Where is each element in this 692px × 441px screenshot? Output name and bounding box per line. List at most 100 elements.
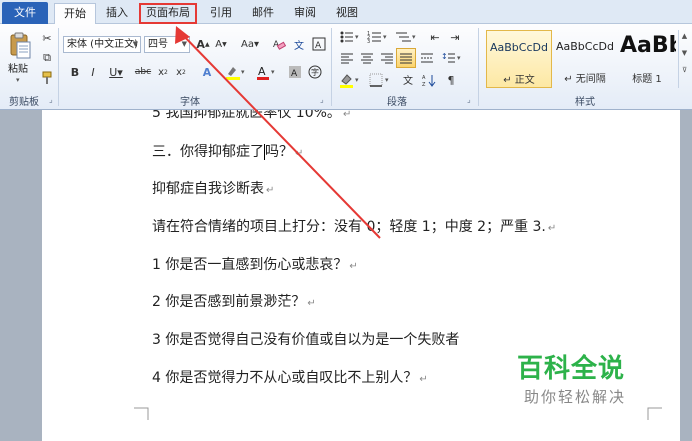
style-sample: AaBb [620, 33, 676, 58]
tab-mailings[interactable]: 邮件 [244, 3, 282, 24]
paragraph-mark: ↵ [307, 298, 316, 309]
enclose-characters-icon[interactable]: 字 [306, 63, 324, 81]
superscript-icon[interactable]: x2 [172, 63, 190, 81]
paste-dropdown-icon[interactable]: ▾ [16, 76, 20, 84]
svg-text:▾: ▾ [457, 54, 461, 62]
sort-icon[interactable]: AZ [420, 71, 438, 89]
align-left-icon[interactable] [338, 49, 356, 67]
font-color-icon[interactable]: A ▾ [256, 63, 278, 81]
multilevel-list-icon[interactable]: ▾ [394, 28, 420, 46]
strikethrough-icon[interactable]: abc [134, 63, 152, 81]
doc-line: 2 你是否感到前景渺茫？ ↵ [152, 294, 316, 310]
styles-scrollbar[interactable]: ▲ ▼ ⊽ [678, 30, 690, 88]
chevron-down-icon: ▼ [132, 40, 138, 48]
paste-button[interactable] [6, 28, 34, 64]
doc-line: 抑郁症自我诊断表 ↵ [152, 181, 275, 197]
numbering-icon[interactable]: 1 2 3 ▾ [366, 28, 392, 46]
chinese-layout-icon[interactable]: 文 [400, 71, 418, 89]
svg-text:文: 文 [294, 39, 304, 51]
cut-icon[interactable]: ✂ [38, 29, 56, 47]
scroll-down-icon[interactable]: ▼ [679, 49, 690, 57]
doc-line: 1 你是否一直感到伤心或悲哀？ ↵ [152, 257, 358, 273]
highlight-color-icon[interactable]: ▾ [224, 63, 248, 81]
tab-insert[interactable]: 插入 [100, 3, 134, 24]
phonetic-guide-icon[interactable]: 文 [290, 35, 308, 53]
font-size-value: 四号 [148, 39, 168, 50]
character-border-icon[interactable]: A [310, 35, 328, 53]
tab-home[interactable]: 开始 [54, 3, 96, 25]
font-size-combo[interactable]: 四号 ▼ [144, 36, 190, 53]
chevron-down-icon: ▼ [181, 40, 187, 48]
distributed-align-icon[interactable] [418, 49, 436, 67]
underline-icon[interactable]: U▾ [104, 63, 128, 81]
svg-text:▾: ▾ [271, 68, 275, 76]
tab-review[interactable]: 审阅 [286, 3, 324, 24]
subscript-icon[interactable]: x2 [154, 63, 172, 81]
group-separator [58, 28, 59, 106]
style-name: ↵ 无间隔 [564, 74, 606, 85]
justify-icon[interactable] [396, 48, 416, 68]
tab-page-layout[interactable]: 页面布局 [139, 3, 197, 24]
paragraph-mark: ↵ [295, 148, 304, 159]
svg-text:▾: ▾ [241, 68, 245, 76]
character-shading-icon[interactable]: A [286, 63, 304, 81]
align-center-icon[interactable] [358, 49, 376, 67]
svg-text:A: A [291, 69, 298, 79]
page-corner-mark [134, 407, 149, 420]
shading-icon[interactable]: ▾ [338, 71, 364, 89]
style-sample: AaBbCcDd [556, 40, 614, 53]
bullets-icon[interactable]: ▾ [338, 28, 364, 46]
watermark-subtitle: 助你轻松解决 [524, 388, 627, 406]
line-spacing-icon[interactable]: ↕ ▾ [440, 49, 464, 67]
show-marks-icon[interactable]: ¶ [442, 71, 460, 89]
change-case-icon[interactable]: Aa▾ [238, 35, 262, 53]
scroll-up-icon[interactable]: ▲ [679, 32, 690, 40]
svg-text:A: A [315, 41, 322, 51]
tab-file[interactable]: 文件 [2, 2, 48, 24]
group-separator [478, 28, 479, 106]
style-name: 标题 1 [632, 74, 662, 85]
paragraph-mark: ↵ [266, 185, 275, 196]
text-effects-icon[interactable]: A [198, 63, 216, 81]
ribbon-tab-bar: 文件 开始 插入 页面布局 引用 邮件 审阅 视图 [0, 0, 692, 25]
more-styles-icon[interactable]: ⊽ [679, 66, 690, 74]
clipboard-dialog-launcher-icon[interactable]: ⌟ [49, 95, 53, 104]
shrink-font-icon[interactable]: A ▼ [212, 35, 230, 53]
styles-group-label: 样式 [575, 97, 595, 108]
paragraph-mark: ↵ [419, 374, 428, 385]
svg-text:Z: Z [422, 82, 426, 87]
paragraph-group-label: 段落 [387, 97, 407, 108]
bold-icon[interactable]: B [66, 63, 84, 81]
watermark-title: 百科全说 [517, 354, 626, 384]
svg-text:▾: ▾ [355, 33, 359, 41]
paragraph-mark: ↵ [547, 223, 557, 234]
decrease-indent-icon[interactable]: ⇤ [426, 28, 444, 46]
svg-text:▾: ▾ [355, 76, 359, 84]
style-normal[interactable]: AaBbCcDd ↵ 正文 [486, 30, 552, 88]
font-name-combo[interactable]: 宋体 (中文正文) ▼ [63, 36, 141, 53]
doc-line: 3 你是否觉得自己没有价值或自以为是一个失败者 [152, 332, 460, 348]
font-dialog-launcher-icon[interactable]: ⌟ [320, 95, 324, 104]
increase-indent-icon[interactable]: ⇥ [446, 28, 464, 46]
paragraph-dialog-launcher-icon[interactable]: ⌟ [467, 95, 471, 104]
paste-label: 粘贴 [8, 64, 28, 75]
svg-text:字: 字 [311, 67, 319, 77]
tab-view[interactable]: 视图 [328, 3, 366, 24]
tab-references[interactable]: 引用 [203, 3, 239, 24]
style-no-spacing[interactable]: AaBbCcDd ↵ 无间隔 [552, 30, 618, 88]
format-painter-icon[interactable] [38, 69, 56, 87]
grow-font-icon[interactable]: A ▲ [194, 35, 212, 53]
clipboard-group-label: 剪贴板 [9, 97, 39, 108]
clear-formatting-icon[interactable]: A [270, 35, 288, 53]
svg-text:▾: ▾ [383, 33, 387, 41]
ribbon-home: 粘贴 ▾ ✂ ⧉ 剪贴板 ⌟ 宋体 (中文正文) ▼ 四号 ▼ A ▲ A ▼ Aa… [0, 24, 692, 110]
style-heading-1[interactable]: AaBb 标题 1 [618, 30, 676, 88]
doc-line: 4 你是否觉得力不从心或自叹比不上别人？ ↵ [152, 370, 428, 386]
style-name: ↵ 正文 [503, 75, 535, 86]
align-right-icon[interactable] [378, 49, 396, 67]
italic-icon[interactable]: I [84, 63, 102, 81]
page-corner-mark [647, 407, 662, 420]
copy-icon[interactable]: ⧉ [38, 49, 56, 67]
style-sample: AaBbCcDd [490, 41, 548, 54]
borders-icon[interactable]: ▾ [368, 71, 394, 89]
